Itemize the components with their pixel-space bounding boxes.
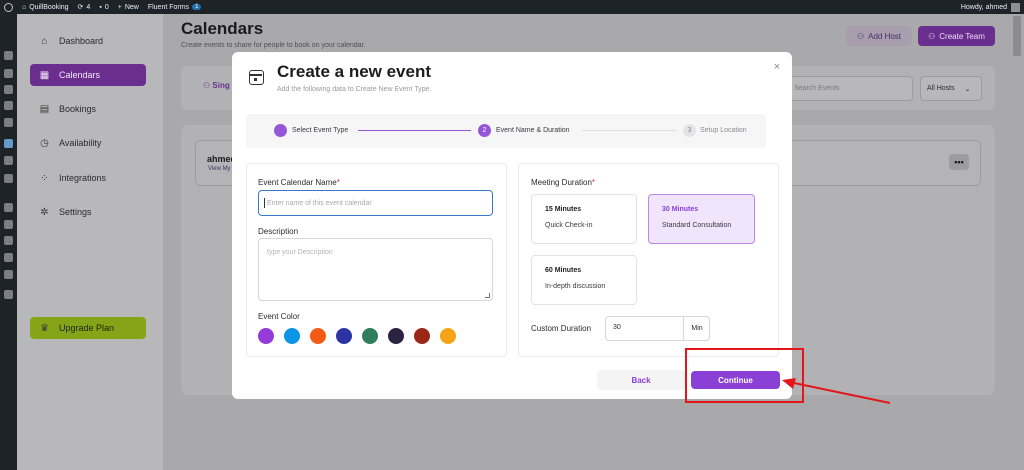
user-icon: ⚇	[856, 31, 865, 41]
comment-icon: ▪	[99, 3, 102, 11]
pin-icon[interactable]	[4, 51, 13, 60]
event-name-label: Event Calendar Name*	[258, 178, 340, 187]
home-icon: ⌂	[22, 3, 27, 11]
integrations-icon: ⁘	[40, 172, 49, 184]
updates-link[interactable]: ⟳ 4	[77, 3, 91, 12]
calendar-icon	[249, 70, 264, 85]
step-3-indicator: 3	[683, 124, 696, 137]
tab-single[interactable]: ⚇ Sing	[203, 81, 230, 90]
annotation-arrow-icon	[782, 378, 891, 404]
quillbooking-icon[interactable]	[4, 139, 13, 148]
wordpress-logo-icon[interactable]	[4, 2, 13, 12]
chevron-down-icon: ⌄	[964, 85, 971, 93]
custom-duration-value: 30	[613, 324, 621, 331]
color-swatch[interactable]	[440, 328, 456, 344]
settings-icon[interactable]	[4, 270, 13, 279]
refresh-icon: ⟳	[77, 4, 84, 11]
sidebar-item-dashboard[interactable]: ⌂ Dashboard	[30, 30, 146, 52]
duration-option-60[interactable]: 60 Minutes In-depth discussion	[531, 255, 637, 305]
required-marker: *	[591, 178, 596, 187]
plugins-icon[interactable]	[4, 220, 13, 229]
color-swatch[interactable]	[284, 328, 300, 344]
appearance-icon[interactable]	[4, 203, 13, 212]
sidebar-item-settings[interactable]: ✲ Settings	[30, 201, 146, 223]
comments-icon[interactable]	[4, 101, 13, 110]
pages-icon[interactable]	[4, 85, 13, 94]
hosts-filter-select[interactable]: All Hosts ⌄	[920, 76, 982, 101]
color-swatch[interactable]	[258, 328, 274, 344]
color-swatch[interactable]	[336, 328, 352, 344]
step-3-label: Setup Location	[700, 127, 747, 134]
fluent-forms-badge: 1	[192, 4, 202, 10]
description-textarea[interactable]: type your Description	[258, 238, 493, 301]
wp-admin-menu	[0, 14, 17, 470]
event-name-input[interactable]: Enter name of this event calendar	[258, 190, 493, 216]
duration-option-15[interactable]: 15 Minutes Quick Check-in	[531, 194, 637, 244]
clock-icon: ◷	[40, 137, 49, 149]
sidebar-item-integrations[interactable]: ⁘ Integrations	[30, 167, 146, 189]
color-swatch[interactable]	[388, 328, 404, 344]
site-name-link[interactable]: ⌂ QuillBooking	[22, 4, 69, 11]
new-content-link[interactable]: + New	[118, 4, 139, 11]
description-label: Description	[258, 227, 299, 236]
close-icon[interactable]: ×	[771, 61, 783, 73]
users-icon[interactable]	[4, 236, 13, 245]
meeting-duration-label: Meeting Duration*	[531, 178, 596, 187]
modal-title: Create a new event	[277, 62, 432, 81]
account-menu[interactable]: Howdy, ahmed	[961, 2, 1020, 12]
wp-admin-bar: ⌂ QuillBooking ⟳ 4 ▪ 0 + New Fluent Forms 1 H…	[0, 0, 1024, 14]
step-2-label: Event Name & Duration	[496, 127, 570, 134]
more-options-icon[interactable]: •••	[949, 154, 969, 170]
back-button[interactable]: Back	[597, 370, 685, 390]
media-icon[interactable]	[4, 69, 13, 78]
user-icon: ⚇	[203, 81, 213, 90]
plus-icon: +	[117, 3, 122, 11]
modal-subtitle: Add the following data to Create New Eve…	[277, 86, 432, 93]
avatar	[1011, 2, 1020, 12]
team-icon: ⚇	[928, 31, 936, 41]
scrollbar[interactable]	[1013, 16, 1021, 56]
home-icon: ⌂	[41, 35, 48, 47]
step-1-label: Select Event Type	[292, 127, 349, 134]
gear-icon: ✲	[40, 206, 49, 218]
page-subtitle: Create events to share for people to boo…	[181, 42, 366, 49]
color-swatch[interactable]	[310, 328, 326, 344]
page-title: Calendars	[181, 19, 264, 38]
step-connector	[582, 130, 677, 131]
calendar-icon: ▦	[39, 69, 50, 81]
sidebar-item-availability[interactable]: ◷ Availability	[30, 132, 146, 154]
crown-icon: ♛	[40, 322, 49, 334]
step-2-indicator: 2	[478, 124, 491, 137]
event-color-label: Event Color	[258, 312, 300, 321]
add-host-button[interactable]: ⚇ Add Host	[846, 26, 912, 46]
bookings-icon: ▤	[39, 103, 50, 115]
plugin-icon[interactable]	[4, 174, 13, 183]
create-team-button[interactable]: ⚇ Create Team	[918, 26, 995, 46]
custom-duration-label: Custom Duration	[531, 324, 592, 333]
plugin-icon[interactable]	[4, 156, 13, 165]
color-swatch[interactable]	[362, 328, 378, 344]
custom-duration-unit: Min	[683, 316, 710, 341]
forms-icon[interactable]	[4, 118, 13, 127]
sidebar-item-calendars[interactable]: ▦ Calendars	[30, 64, 146, 86]
color-swatch[interactable]	[414, 328, 430, 344]
sidebar-item-bookings[interactable]: ▤ Bookings	[30, 98, 146, 120]
upgrade-plan-button[interactable]: ♛ Upgrade Plan	[30, 317, 146, 339]
collapse-icon[interactable]	[4, 290, 13, 299]
text-caret	[264, 198, 265, 208]
view-link[interactable]: View My	[208, 166, 231, 172]
tools-icon[interactable]	[4, 253, 13, 262]
step-connector	[358, 130, 471, 131]
required-marker: *	[336, 178, 340, 187]
step-1-indicator	[274, 124, 287, 137]
fluent-forms-link[interactable]: Fluent Forms 1	[148, 4, 202, 11]
comments-link[interactable]: ▪ 0	[99, 4, 108, 11]
search-events-input[interactable]: Search Events	[785, 76, 913, 101]
duration-option-30[interactable]: 30 Minutes Standard Consultation	[648, 194, 755, 244]
resize-handle[interactable]	[485, 293, 490, 298]
